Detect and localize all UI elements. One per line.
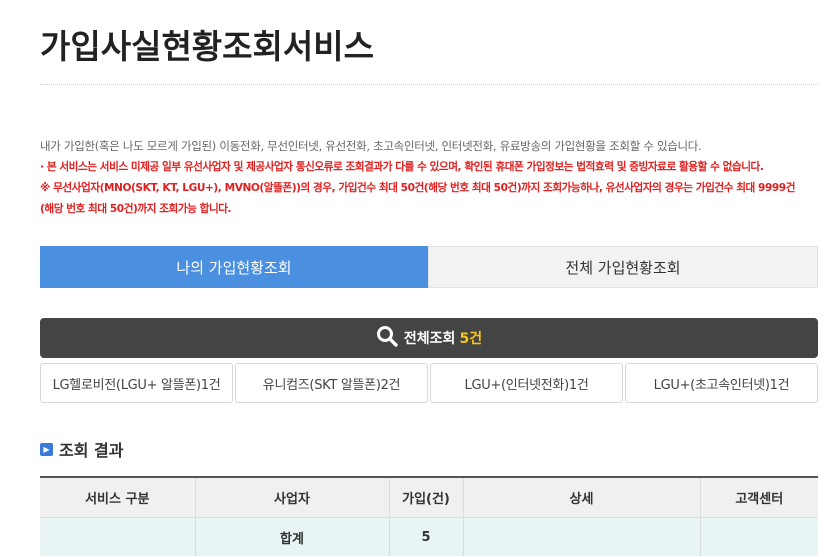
search-count: 5건 — [459, 331, 483, 347]
column-header-service-type: 서비스 구분 — [40, 476, 196, 518]
table-header-row: 서비스 구분 사업자 가입(건) 상세 고객센터 — [40, 476, 818, 518]
description-warning-2: ※ 무선사업자(MNO(SKT, KT, LGU+), MVNO(알뜰폰))의 … — [40, 182, 796, 194]
carrier-button-unicomz[interactable]: 유니컴즈(SKT 알뜰폰)2건 — [235, 363, 428, 403]
description-warning-1: · 본 서비스는 서비스 미제공 일부 유선사업자 및 제공사업자 통신오류로 … — [40, 161, 764, 173]
page-title: 가입사실현황조회서비스 — [40, 27, 374, 66]
carrier-button-lghellovision[interactable]: LG헬로비전(LGU+ 알뜰폰)1건 — [40, 363, 233, 403]
total-cell-empty — [40, 517, 196, 556]
tab-bar: 나의 가입현황조회 전체 가입현황조회 — [40, 246, 818, 288]
search-icon — [376, 325, 404, 351]
title-divider — [40, 84, 818, 85]
column-header-customer-center: 고객센터 — [700, 476, 818, 518]
results-section-title: 조회 결과 — [59, 441, 124, 460]
results-table: 서비스 구분 사업자 가입(건) 상세 고객센터 합계 5 — [40, 476, 818, 556]
column-header-count: 가입(건) — [389, 476, 464, 518]
carrier-filter-group: LG헬로비전(LGU+ 알뜰폰)1건 유니컴즈(SKT 알뜰폰)2건 LGU+(… — [40, 363, 818, 403]
description-main: 내가 가입한(혹은 나도 모르게 가입된) 이동전화, 무선인터넷, 유선전화,… — [40, 139, 702, 153]
carrier-button-lgu-broadband[interactable]: LGU+(초고속인터넷)1건 — [625, 363, 818, 403]
description-block: 내가 가입한(혹은 나도 모르게 가입된) 이동전화, 무선인터넷, 유선전화,… — [40, 136, 825, 220]
carrier-button-lgu-internet-phone[interactable]: LGU+(인터넷전화)1건 — [430, 363, 623, 403]
total-count: 5 — [389, 517, 464, 556]
tab-my-subscription[interactable]: 나의 가입현황조회 — [40, 246, 428, 288]
description-warning-3: (해당 번호 최대 50건)까지 조회가능 합니다. — [40, 203, 232, 215]
chevron-right-icon: ▶ — [40, 442, 53, 456]
search-all-button[interactable]: 전체조회 5건 — [40, 318, 818, 358]
column-header-detail: 상세 — [463, 476, 701, 518]
column-header-provider: 사업자 — [195, 476, 390, 518]
total-cell-detail — [463, 517, 701, 556]
total-label: 합계 — [195, 517, 390, 556]
total-cell-customer-center — [700, 517, 818, 556]
search-all-label: 전체조회 — [403, 331, 456, 347]
tab-all-subscription[interactable]: 전체 가입현황조회 — [428, 246, 818, 288]
results-section-header: ▶ 조회 결과 — [40, 437, 123, 461]
table-row-total: 합계 5 — [40, 517, 818, 556]
